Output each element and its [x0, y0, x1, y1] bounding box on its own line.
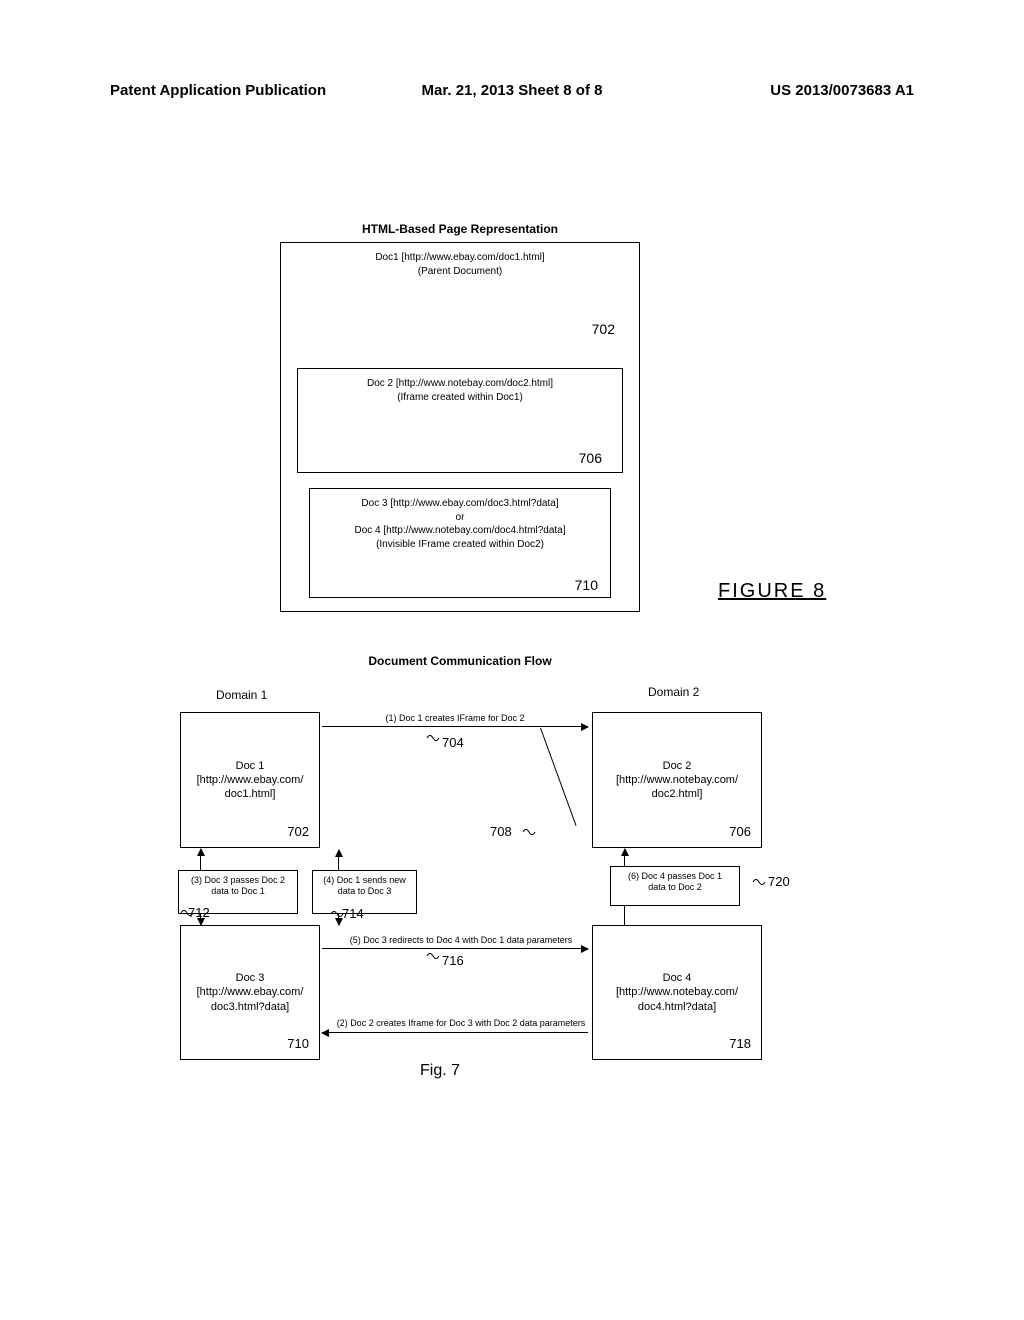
- flow-doc1-line3: doc1.html]: [185, 787, 315, 801]
- tick-708: [522, 826, 534, 836]
- flow-doc3-line1: Doc 3: [185, 971, 315, 985]
- figure-8-label: FIGURE 8: [718, 580, 826, 603]
- flow-doc3-ref: 710: [287, 1036, 309, 1053]
- arrow-step6-up: [624, 849, 625, 866]
- doc3-line3: (Invisible IFrame created within Doc2): [376, 539, 544, 550]
- ref-720: 720: [768, 874, 790, 889]
- figure-7-label: Fig. 7: [420, 1062, 460, 1080]
- tick-720: [752, 876, 764, 886]
- flow-doc2-box: Doc 2 [http://www.notebay.com/ doc2.html…: [592, 712, 762, 848]
- ref-706: 706: [579, 450, 602, 466]
- flow-doc1-line1: Doc 1: [185, 759, 315, 773]
- step4-l2: data to Doc 3: [316, 886, 413, 897]
- ref-710: 710: [575, 577, 598, 593]
- flow-doc2-line2: [http://www.notebay.com/: [597, 773, 757, 787]
- domain1-label: Domain 1: [216, 688, 267, 702]
- flow-doc4-ref: 718: [729, 1036, 751, 1053]
- arrow-step4-up: [338, 850, 339, 870]
- arrow-step1: [322, 726, 588, 727]
- domain2-label: Domain 2: [648, 685, 699, 699]
- step6-l1: (6) Doc 4 passes Doc 1: [614, 871, 736, 882]
- arrow-step2: [322, 1032, 588, 1033]
- doc1-label: Doc1 [http://www.ebay.com/doc1.html] (Pa…: [281, 243, 639, 278]
- doc3-line1: Doc 3 [http://www.ebay.com/doc3.html?dat…: [361, 498, 558, 509]
- doc3-box: Doc 3 [http://www.ebay.com/doc3.html?dat…: [309, 488, 611, 598]
- ref-716: 716: [442, 953, 464, 968]
- flow-doc4-line3: doc4.html?data]: [597, 1000, 757, 1014]
- step6-box: (6) Doc 4 passes Doc 1 data to Doc 2: [610, 866, 740, 906]
- flow-doc1-line2: [http://www.ebay.com/: [185, 773, 315, 787]
- step2-annotation: (2) Doc 2 creates Iframe for Doc 3 with …: [332, 1018, 590, 1028]
- step1-annotation: (1) Doc 1 creates IFrame for Doc 2: [340, 713, 570, 723]
- header-mid: Mar. 21, 2013 Sheet 8 of 8: [422, 82, 603, 99]
- tick-716: [426, 950, 438, 960]
- flow-doc1-ref: 702: [287, 824, 309, 841]
- flow-doc3-line2: [http://www.ebay.com/: [185, 985, 315, 999]
- flow-doc4-line2: [http://www.notebay.com/: [597, 985, 757, 999]
- header-left: Patent Application Publication: [110, 82, 326, 99]
- doc1-line1: Doc1 [http://www.ebay.com/doc1.html]: [375, 252, 544, 263]
- doc3-label: Doc 3 [http://www.ebay.com/doc3.html?dat…: [310, 489, 610, 551]
- doc2-line2: (Iframe created within Doc1): [397, 392, 523, 403]
- flow-doc1-box: Doc 1 [http://www.ebay.com/ doc1.html] 7…: [180, 712, 320, 848]
- doc1-line2: (Parent Document): [418, 266, 502, 277]
- flow-doc4-line1: Doc 4: [597, 971, 757, 985]
- ref-714: 714: [342, 906, 364, 921]
- doc2-label: Doc 2 [http://www.notebay.com/doc2.html]…: [298, 369, 622, 404]
- arrow-step5: [322, 948, 588, 949]
- ref-708: 708: [490, 824, 512, 839]
- top-diagram-title: HTML-Based Page Representation: [280, 222, 640, 236]
- doc2-box: Doc 2 [http://www.notebay.com/doc2.html]…: [297, 368, 623, 473]
- arrow-step6-down: [624, 906, 625, 925]
- ref-702: 702: [592, 321, 615, 337]
- step4-l1: (4) Doc 1 sends new: [316, 875, 413, 886]
- step4-box: (4) Doc 1 sends new data to Doc 3: [312, 870, 417, 914]
- header-right: US 2013/0073683 A1: [770, 82, 914, 99]
- ref-712: 712: [188, 905, 210, 920]
- flow-doc3-line3: doc3.html?data]: [185, 1000, 315, 1014]
- flow-doc3-box: Doc 3 [http://www.ebay.com/ doc3.html?da…: [180, 925, 320, 1060]
- flow-doc2-line1: Doc 2: [597, 759, 757, 773]
- doc3-line2: Doc 4 [http://www.notebay.com/doc4.html?…: [354, 525, 565, 536]
- doc3-or: or: [456, 512, 465, 523]
- line-708: [540, 728, 577, 826]
- bot-diagram-title: Document Communication Flow: [280, 654, 640, 668]
- step6-l2: data to Doc 2: [614, 882, 736, 893]
- doc2-line1: Doc 2 [http://www.notebay.com/doc2.html]: [367, 378, 553, 389]
- ref-704: 704: [442, 735, 464, 750]
- tick-714: [330, 908, 342, 918]
- flow-doc2-line3: doc2.html]: [597, 787, 757, 801]
- tick-704: [426, 732, 438, 742]
- doc1-box: Doc1 [http://www.ebay.com/doc1.html] (Pa…: [280, 242, 640, 612]
- arrow-step3-up: [200, 849, 201, 870]
- step5-annotation: (5) Doc 3 redirects to Doc 4 with Doc 1 …: [332, 935, 590, 945]
- flow-doc4-box: Doc 4 [http://www.notebay.com/ doc4.html…: [592, 925, 762, 1060]
- flow-doc2-ref: 706: [729, 824, 751, 841]
- page-header: Patent Application Publication Mar. 21, …: [110, 82, 914, 99]
- step3-l2: data to Doc 1: [182, 886, 294, 897]
- step3-l1: (3) Doc 3 passes Doc 2: [182, 875, 294, 886]
